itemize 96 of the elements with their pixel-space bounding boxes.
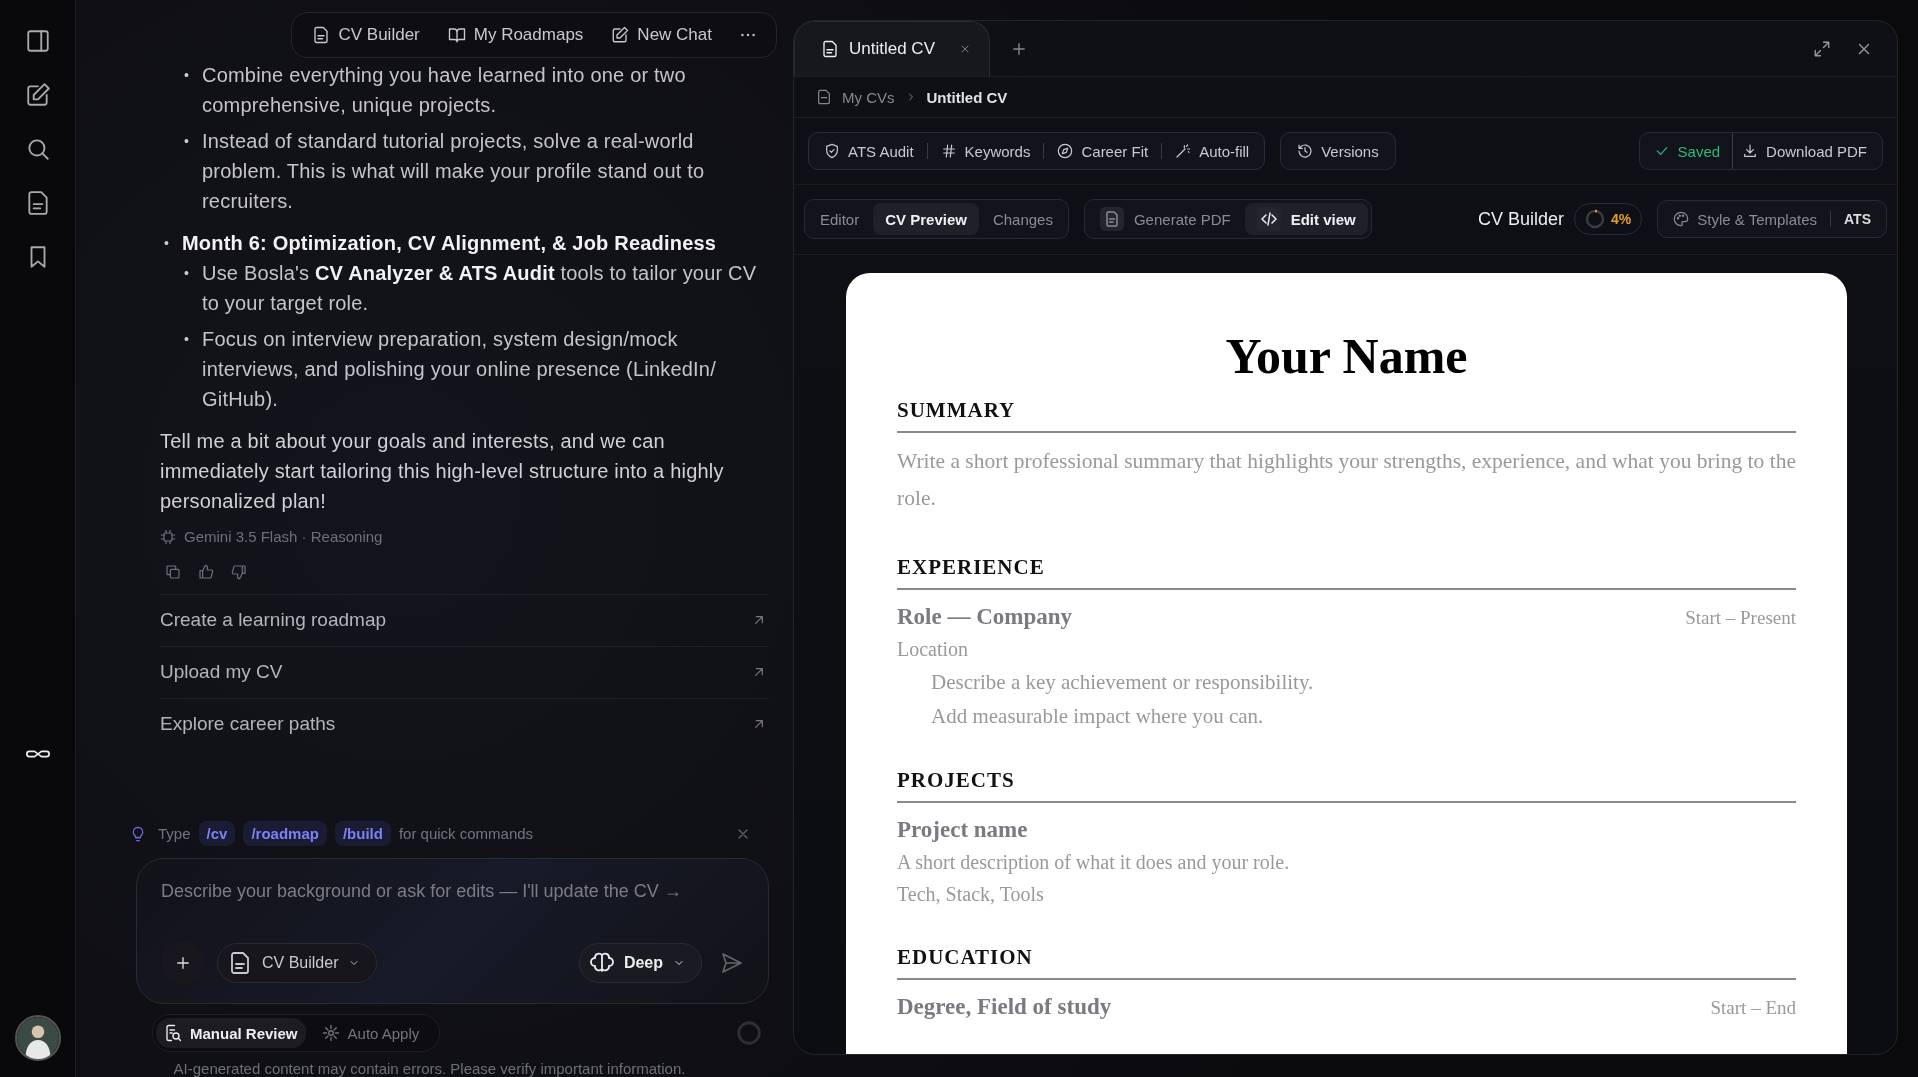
section-heading: EDUCATION [897, 945, 1796, 980]
disclaimer-text: AI-generated content may contain errors. Please verify important information. [172, 1060, 687, 1077]
entry-title: Degree, Field of study [897, 994, 1112, 1020]
document-search-icon [164, 1024, 182, 1042]
document-icon [312, 26, 331, 44]
palette-icon [1673, 211, 1690, 227]
send-icon[interactable] [720, 951, 744, 975]
command-chip[interactable]: /roadmap [243, 821, 327, 846]
book-icon [447, 26, 466, 44]
model-label: Gemini 3.5 Flash · Reasoning [184, 527, 383, 547]
entry-title: Role — Company [897, 604, 1073, 630]
section-heading: PROJECTS [897, 768, 1796, 803]
bullet-marker: • [164, 234, 171, 253]
hash-icon [940, 143, 957, 159]
hint-text: Type [158, 825, 191, 842]
loading-spinner-icon [735, 1019, 763, 1047]
review-mode-tab[interactable]: Manual Review [156, 1018, 306, 1048]
expand-icon[interactable] [1813, 39, 1831, 58]
edit-icon [611, 26, 630, 44]
action-button[interactable]: ATS Audit [815, 133, 923, 169]
hint-text: for quick commands [398, 825, 534, 842]
entry-dates: Start – Present [1685, 607, 1796, 629]
message-input[interactable]: Describe your background or ask for edits — I'll update the CV → [161, 881, 744, 902]
avatar[interactable] [14, 1015, 61, 1061]
document-icon [816, 89, 832, 105]
suggestion-item[interactable]: Upload my CV [160, 646, 769, 698]
review-mode-tab[interactable]: Auto Apply [313, 1018, 428, 1048]
tool-dropdown[interactable]: CV Builder [217, 943, 378, 983]
history-icon [1297, 143, 1314, 159]
more-icon[interactable] [740, 32, 756, 38]
entry-detail: Tech, Stack, Tools [897, 882, 1045, 907]
list-item: Instead of standard tutorial projects, solve a real-world problem. This is what will make your profile stand out to recruiters. [202, 129, 706, 214]
view-tab[interactable]: Changes [980, 203, 1065, 235]
toolbar-button[interactable]: New Chat [611, 25, 712, 45]
list-item: Use Bosla's CV Analyzer & ATS Audit tools to tailor your CV to your target role. [202, 261, 758, 316]
action-button[interactable]: Keywords [931, 133, 1040, 169]
lightbulb-icon [130, 825, 146, 842]
entry-detail: A short description of what it does and your role. [897, 850, 1291, 875]
document-icon [1099, 207, 1124, 231]
bullet-marker: • [184, 132, 191, 151]
versions-button[interactable]: Versions [1280, 132, 1396, 170]
section-heading: EXPERIENCE [897, 555, 1796, 590]
edit-icon[interactable] [24, 82, 51, 108]
shield-icon [824, 143, 840, 159]
document-icon [228, 951, 252, 975]
save-status: Saved [1645, 142, 1733, 160]
entry-dates: Start – End [1710, 997, 1796, 1019]
bullet-marker: • [184, 264, 191, 283]
summary-text: Write a short professional summary that highlights your strengths, experience, and what you bring to the role. [897, 448, 1796, 512]
suggestion-item[interactable]: Explore career paths [160, 698, 769, 750]
view-tab[interactable]: Editor [808, 203, 872, 235]
toolbar-button[interactable]: CV Builder [312, 25, 420, 45]
toolbar-button[interactable]: My Roadmaps [447, 25, 584, 45]
bullet-marker: • [184, 330, 191, 349]
list-item: Focus on interview preparation, system design/mock interviews, and polishing your online presence (LinkedIn/ GitHub). [202, 327, 717, 412]
download-button[interactable]: Download PDF [1733, 133, 1876, 169]
style-templates-button[interactable]: Style & Templates [1664, 201, 1827, 237]
bullet-marker: • [184, 66, 191, 85]
thumbs-down-icon[interactable] [231, 564, 247, 580]
breadcrumb-item[interactable]: Untitled CV [926, 88, 1008, 106]
builder-title: CV Builder [1477, 208, 1564, 230]
download-icon [1742, 143, 1759, 159]
entry-detail: Location [897, 637, 970, 662]
chip-icon [160, 529, 176, 545]
pdf-tool-tab[interactable]: Generate PDF [1087, 203, 1243, 235]
message-text: Tell me a bit about your goals and interests, and we can immediately start tailoring this high-level structure into a highly personalized plan! [160, 429, 725, 514]
command-chip[interactable]: /cv [198, 821, 236, 846]
plus-icon [174, 954, 192, 972]
compass-icon [1057, 143, 1074, 159]
breadcrumb-item[interactable]: My CVs [842, 88, 895, 106]
document-icon [821, 40, 839, 58]
thumbs-up-icon[interactable] [198, 564, 214, 580]
suggestion-item[interactable]: Create a learning roadmap [160, 594, 769, 646]
ats-button[interactable]: ATS [1835, 201, 1880, 237]
command-chip[interactable]: /build [334, 821, 391, 846]
close-icon[interactable] [959, 43, 971, 55]
copy-icon[interactable] [165, 564, 181, 580]
entry-bullet: Describe a key achievement or responsibility. [931, 669, 1315, 696]
infinity-icon[interactable] [25, 748, 50, 760]
mode-dropdown[interactable]: Deep [578, 943, 702, 983]
brain-icon [589, 951, 614, 975]
list-item: Combine everything you have learned into one or two comprehensive, unique projects. [202, 63, 687, 118]
entry-title: Project name [897, 817, 1028, 843]
magic-wand-icon [1175, 143, 1192, 159]
action-button[interactable]: Auto-fill [1166, 133, 1259, 169]
code-icon [1256, 207, 1281, 231]
document-tab[interactable]: Untitled CV [794, 21, 990, 76]
cv-name: Your Name [1224, 329, 1469, 384]
action-button[interactable]: Career Fit [1048, 133, 1158, 169]
sidebar-toggle-icon[interactable] [24, 28, 51, 54]
section-heading: SUMMARY [897, 398, 1796, 433]
pdf-tool-tab[interactable]: Edit view [1244, 203, 1368, 235]
entry-bullet: Add measurable impact where you can. [931, 703, 1265, 730]
sparkle-icon [321, 1024, 340, 1042]
view-tab[interactable]: CV Preview [873, 203, 979, 235]
list-heading: Month 6: Optimization, CV Alignment, & Job Readiness [182, 231, 717, 256]
